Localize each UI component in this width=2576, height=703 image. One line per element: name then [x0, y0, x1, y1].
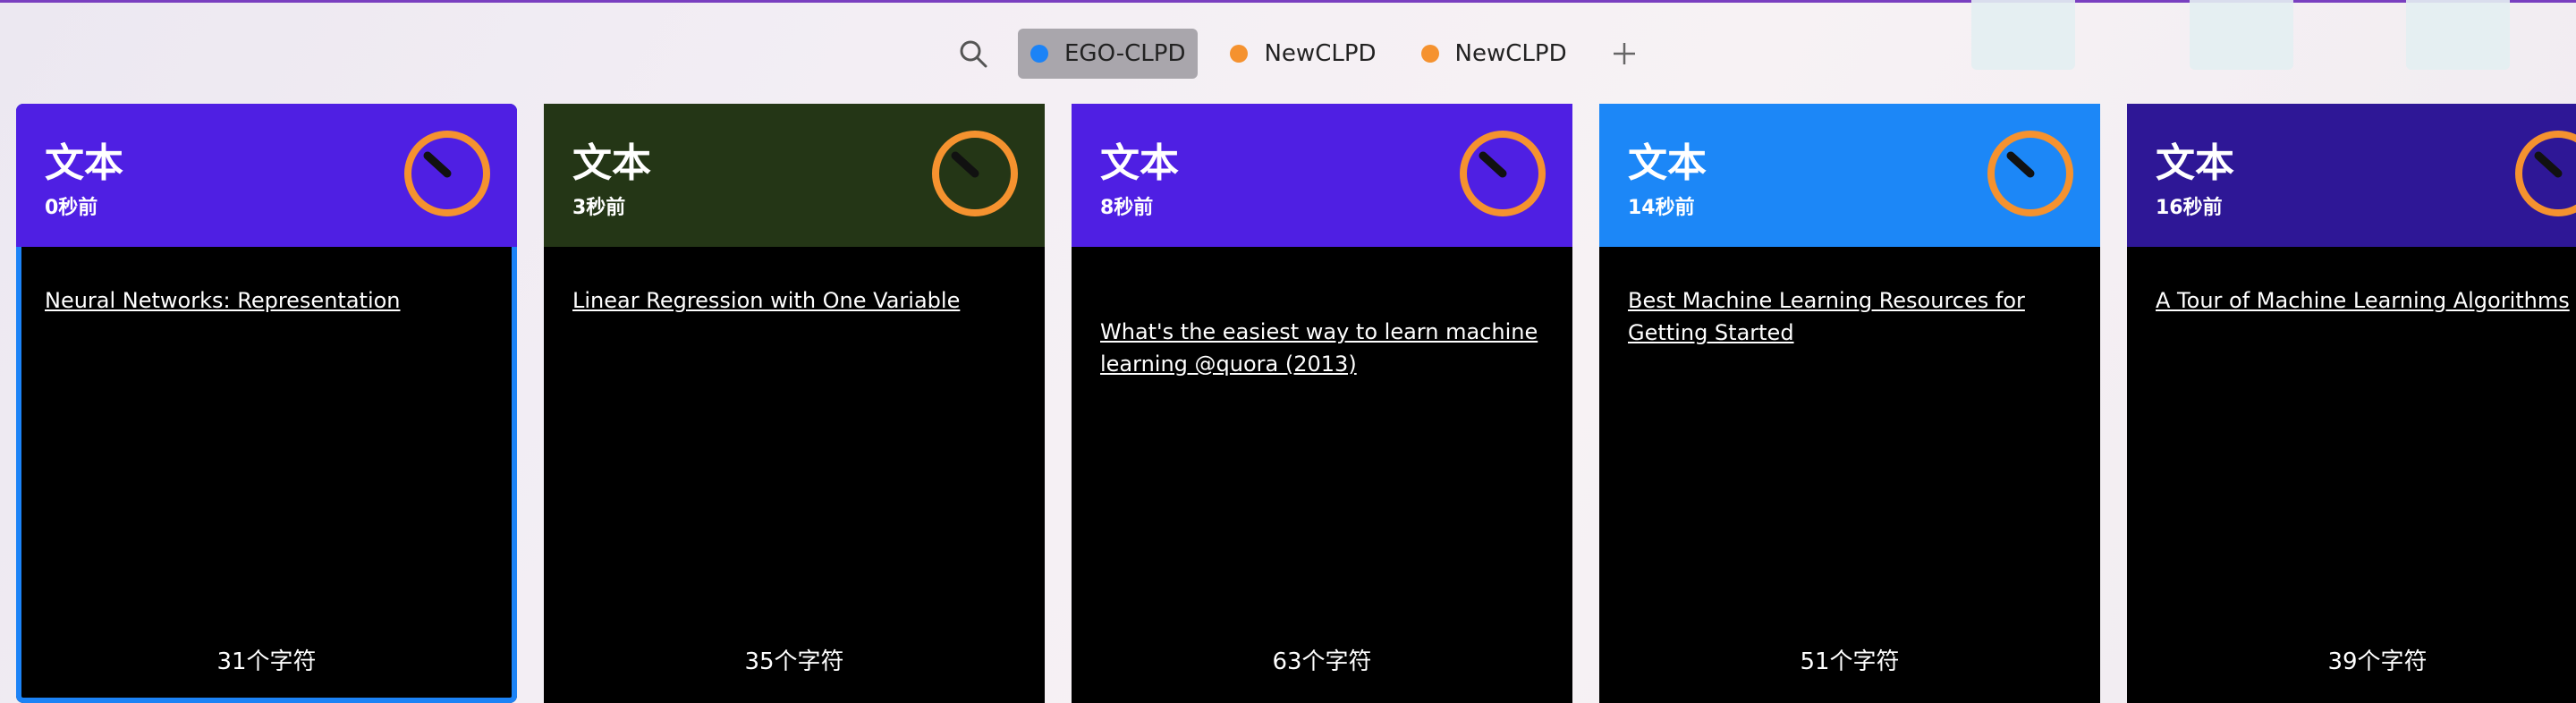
tab-ego-clpd[interactable]: EGO-CLPD — [1018, 29, 1199, 79]
card-header: 文本 8秒前 — [1072, 104, 1572, 247]
card-char-count: 51个字符 — [1800, 648, 1900, 675]
card-timestamp: 8秒前 — [1100, 197, 1154, 219]
card-char-count: 31个字符 — [216, 648, 317, 675]
card-timestamp: 0秒前 — [45, 197, 98, 219]
tab-label: NewCLPD — [1264, 40, 1377, 67]
clipboard-card[interactable]: 文本 16秒前 A Tour of Machine Learning Algor… — [2127, 104, 2576, 703]
tab-label: NewCLPD — [1454, 40, 1567, 67]
card-header: 文本 3秒前 — [544, 104, 1045, 247]
tab-newclpd[interactable]: NewCLPD — [1217, 29, 1388, 79]
timer-icon — [932, 131, 1018, 216]
card-header: 文本 0秒前 — [16, 104, 517, 247]
card-body: Linear Regression with One Variable 35个字… — [544, 247, 1045, 703]
tab-color-dot — [1030, 45, 1048, 63]
card-body: What's the easiest way to learn machine … — [1072, 247, 1572, 703]
card-content-link[interactable]: Best Machine Learning Resources for Gett… — [1628, 284, 2079, 349]
clipboard-card[interactable]: 文本 0秒前 Neural Networks: Representation 3… — [16, 104, 517, 703]
card-body: A Tour of Machine Learning Algorithms 39… — [2127, 247, 2576, 703]
card-char-count: 63个字符 — [1272, 648, 1372, 675]
card-body: Best Machine Learning Resources for Gett… — [1599, 247, 2100, 703]
card-header: 文本 14秒前 — [1599, 104, 2100, 247]
card-content-link[interactable]: Neural Networks: Representation — [45, 284, 496, 317]
timer-icon — [404, 131, 490, 216]
clipboard-card[interactable]: 文本 14秒前 Best Machine Learning Resources … — [1599, 104, 2100, 703]
card-timestamp: 14秒前 — [1628, 197, 1695, 219]
tab-color-dot — [1230, 45, 1249, 63]
add-tab-plus-icon[interactable] — [1599, 29, 1649, 79]
timer-icon — [2515, 131, 2576, 216]
background-tile — [2406, 0, 2510, 70]
card-char-count: 35个字符 — [744, 648, 844, 675]
card-type-title: 文本 — [1100, 140, 1179, 186]
timer-icon — [1987, 131, 2073, 216]
background-tile — [2190, 0, 2293, 70]
clipboard-card[interactable]: 文本 8秒前 What's the easiest way to learn m… — [1072, 104, 1572, 703]
card-type-title: 文本 — [2156, 140, 2234, 186]
card-body: Neural Networks: Representation 31个字符 — [16, 247, 517, 703]
tab-label: EGO-CLPD — [1064, 40, 1186, 67]
card-content-link[interactable]: What's the easiest way to learn machine … — [1100, 316, 1551, 380]
card-type-title: 文本 — [1628, 140, 1707, 186]
timer-icon — [1460, 131, 1546, 216]
card-type-title: 文本 — [45, 140, 123, 186]
background-tile — [1971, 0, 2075, 70]
card-char-count: 39个字符 — [2327, 648, 2428, 675]
tab-color-dot — [1420, 45, 1439, 63]
card-content-link[interactable]: Linear Regression with One Variable — [572, 284, 1023, 317]
toolbar: EGO-CLPD NewCLPD NewCLPD — [948, 29, 1649, 79]
search-icon[interactable] — [948, 29, 998, 79]
card-type-title: 文本 — [572, 140, 651, 186]
card-header: 文本 16秒前 — [2127, 104, 2576, 247]
card-content-link[interactable]: A Tour of Machine Learning Algorithms — [2156, 284, 2576, 317]
card-timestamp: 3秒前 — [572, 197, 626, 219]
tab-newclpd-2[interactable]: NewCLPD — [1409, 29, 1580, 79]
clipboard-card[interactable]: 文本 3秒前 Linear Regression with One Variab… — [544, 104, 1045, 703]
card-timestamp: 16秒前 — [2156, 197, 2223, 219]
